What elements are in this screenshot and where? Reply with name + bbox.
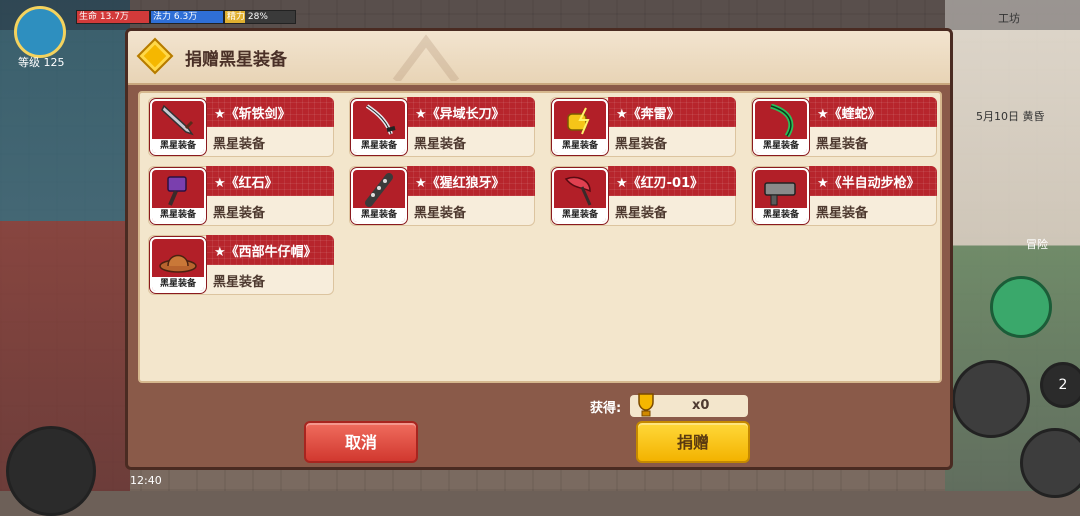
equipment-category: 黑星装备	[615, 206, 668, 221]
equipment-category: 黑星装备	[213, 206, 266, 221]
equipment-name: ★《猩红狼牙》	[415, 176, 505, 191]
count-badge: 2	[1040, 362, 1080, 408]
game-time: 12:40	[130, 474, 162, 487]
reward-label: 获得:	[590, 401, 622, 416]
equipment-name: ★《西部牛仔帽》	[214, 245, 317, 260]
dialog-title: 捐赠黑星装备	[185, 50, 287, 70]
equipment-category: 黑星装备	[816, 206, 869, 221]
equipment-category: 黑星装备	[414, 137, 467, 152]
equipment-name: ★《红石》	[214, 176, 278, 191]
equipment-category: 黑星装备	[213, 275, 266, 290]
diamond-icon	[136, 37, 174, 75]
equipment-card[interactable]: 黑星装备 ★《异域长刀》 黑星装备	[349, 97, 535, 157]
equipment-category: 黑星装备	[213, 137, 266, 152]
equipment-list: 黑星装备 ★《斩铁剑》 黑星装备 黑星装备 ★《异域长刀》 黑星装备 黑星装备 …	[138, 91, 942, 383]
game-scene-left	[0, 0, 130, 491]
equipment-name: ★《红刃-01》	[616, 176, 704, 191]
energy-bar: 精力 28%	[224, 10, 296, 24]
equipment-card[interactable]: 黑星装备 ★《蝰蛇》 黑星装备	[751, 97, 937, 157]
equipment-card[interactable]: 黑星装备 ★《奔雷》 黑星装备	[550, 97, 736, 157]
equipment-category: 黑星装备	[615, 137, 668, 152]
equipment-card[interactable]: 黑星装备 ★《红石》 黑星装备	[148, 166, 334, 226]
dialog-header: 捐赠黑星装备	[128, 31, 950, 85]
equipment-name: ★《异域长刀》	[415, 107, 505, 122]
equipment-category: 黑星装备	[816, 137, 869, 152]
equipment-card[interactable]: 黑星装备 ★《斩铁剑》 黑星装备	[148, 97, 334, 157]
equipment-card[interactable]: 黑星装备 ★《半自动步枪》 黑星装备	[751, 166, 937, 226]
handshake-button[interactable]	[6, 426, 96, 516]
game-date: 5月10日 黄昏	[976, 110, 1045, 123]
red-stone-hammer-icon: 黑星装备	[150, 168, 206, 224]
equipment-name: ★《蝰蛇》	[817, 107, 881, 122]
sword-icon: 黑星装备	[150, 99, 206, 155]
reward-display: 获得: x0	[590, 393, 750, 417]
equipment-name: ★《奔雷》	[616, 107, 680, 122]
equipment-name: ★《半自动步枪》	[817, 176, 920, 191]
equipment-card[interactable]: 黑星装备 ★《红刃-01》 黑星装备	[550, 166, 736, 226]
equipment-name: ★《斩铁剑》	[214, 107, 291, 122]
player-avatar[interactable]	[14, 6, 66, 58]
player-level: 等级 125	[18, 56, 65, 69]
hp-bar: 生命 13.7万	[76, 10, 150, 24]
red-axe-icon: 黑星装备	[552, 168, 608, 224]
donate-button[interactable]: 捐赠	[636, 421, 750, 463]
donate-dialog: 捐赠黑星装备 黑星装备 ★《斩铁剑》 黑星装备 黑星装备 ★《异域长刀》 黑星装…	[125, 28, 953, 470]
weapon-slot-button[interactable]	[952, 360, 1030, 438]
equipment-card[interactable]: 黑星装备 ★《猩红狼牙》 黑星装备	[349, 166, 535, 226]
trophy-icon	[638, 393, 654, 417]
equipment-card[interactable]: 黑星装备 ★《西部牛仔帽》 黑星装备	[148, 235, 334, 295]
emblem-decoration	[392, 34, 460, 81]
rifle-icon: 黑星装备	[753, 168, 809, 224]
long-blade-icon: 黑星装备	[351, 99, 407, 155]
viper-blade-icon: 黑星装备	[753, 99, 809, 155]
mp-bar: 法力 6.3万	[150, 10, 224, 24]
cancel-button[interactable]: 取消	[304, 421, 418, 463]
health-pulse-button[interactable]	[990, 276, 1052, 338]
cowboy-hat-icon: 黑星装备	[150, 237, 206, 293]
thunder-gauntlet-icon: 黑星装备	[552, 99, 608, 155]
adventure-label[interactable]: 冒险	[1026, 236, 1048, 252]
workshop-label[interactable]: 工坊	[998, 10, 1020, 26]
spiked-club-icon: 黑星装备	[351, 168, 407, 224]
equipment-category: 黑星装备	[414, 206, 467, 221]
reward-count: x0	[692, 398, 710, 413]
